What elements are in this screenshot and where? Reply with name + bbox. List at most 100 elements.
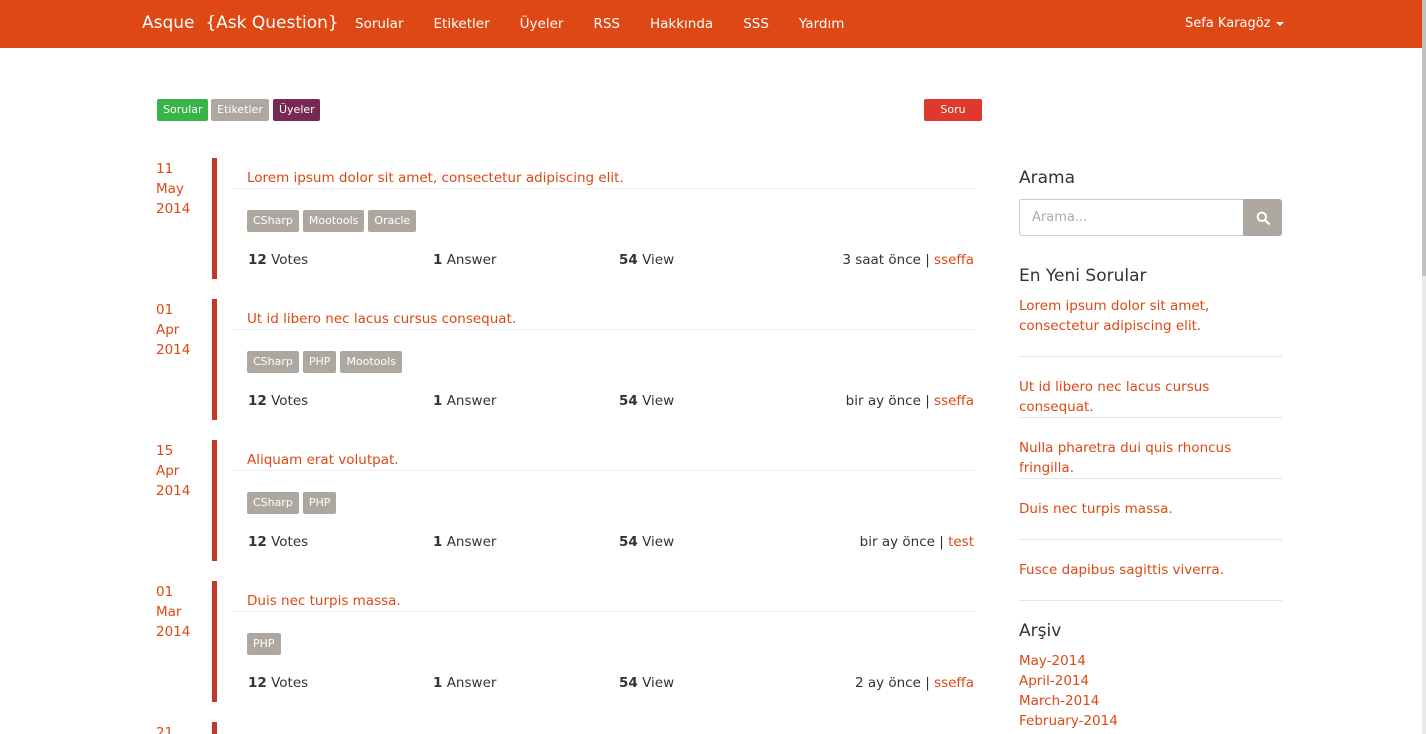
search-heading: Arama <box>1019 168 1076 188</box>
vote-count: 12 Votes <box>248 534 309 550</box>
archive-link[interactable]: February-2014 <box>1019 711 1118 731</box>
tag-badge[interactable]: PHP <box>302 492 337 514</box>
view-count: 54 View <box>619 393 675 409</box>
question-time: bir ay önce | <box>859 534 949 550</box>
top-navbar: Asque {Ask Question} Sorular Etiketler Ü… <box>0 0 1426 48</box>
question-meta: 2 ay önce | sseffa <box>855 675 974 691</box>
filter-sorular-button[interactable]: Sorular <box>157 99 208 121</box>
question-meta: bir ay önce | sseffa <box>846 393 974 409</box>
answer-count: 1 Answer <box>433 534 497 550</box>
question-accent-bar <box>212 299 217 420</box>
sidebar-divider <box>1019 417 1282 418</box>
date-day: 01 <box>156 584 174 600</box>
question-tags: CSharp PHP Mootools <box>247 351 402 373</box>
archive-link[interactable]: May-2014 <box>1019 651 1086 671</box>
nav-link-hakkinda[interactable]: Hakkında <box>635 0 728 48</box>
author-link[interactable]: sseffa <box>934 393 974 409</box>
question-title-link[interactable]: Aliquam erat volutpat. <box>247 452 399 468</box>
tag-badge[interactable]: CSharp <box>247 351 299 373</box>
sidebar-divider <box>1019 478 1282 479</box>
question-meta: bir ay önce | test <box>860 534 974 550</box>
date-day: 21 <box>156 725 174 734</box>
archive-link[interactable]: March-2014 <box>1019 691 1099 711</box>
question-meta: 3 saat önce | sseffa <box>842 252 974 268</box>
brand-logo[interactable]: Asque {Ask Question} <box>142 13 339 33</box>
date-month: Apr <box>156 463 180 479</box>
date-day: 01 <box>156 302 174 318</box>
question-accent-bar <box>212 440 217 561</box>
question-accent-bar <box>212 158 217 279</box>
view-count: 54 View <box>619 534 675 550</box>
view-count: 54 View <box>619 675 675 691</box>
tag-badge[interactable]: Mootools <box>302 210 365 232</box>
search-form <box>1019 199 1282 236</box>
recent-question-link[interactable]: Nulla pharetra dui quis rhoncus fringill… <box>1019 438 1282 478</box>
date-month: May <box>156 181 184 197</box>
recent-question-link[interactable]: Fusce dapibus sagittis viverra. <box>1019 560 1282 580</box>
question-title-link[interactable]: Lorem ipsum dolor sit amet, consectetur … <box>247 170 624 186</box>
question-divider <box>232 611 974 612</box>
ask-question-button[interactable]: Soru Sor <box>924 99 982 138</box>
question-accent-bar <box>212 722 217 734</box>
author-link[interactable]: test <box>948 534 974 550</box>
user-menu-dropdown[interactable]: Sefa Karagöz <box>1185 0 1284 48</box>
nav-link-yardim[interactable]: Yardım <box>784 0 859 48</box>
nav-menu: Sorular Etiketler Üyeler RSS Hakkında SS… <box>340 0 859 48</box>
question-divider <box>232 329 974 330</box>
question-divider <box>232 470 974 471</box>
question-date: 11 May 2014 <box>156 159 206 219</box>
nav-link-uyeler[interactable]: Üyeler <box>505 0 579 48</box>
tag-badge[interactable]: PHP <box>247 633 281 655</box>
search-input[interactable] <box>1019 199 1243 236</box>
author-link[interactable]: sseffa <box>934 675 974 691</box>
tag-badge[interactable]: CSharp <box>247 210 299 232</box>
vote-count: 12 Votes <box>248 252 309 268</box>
archive-link[interactable]: April-2014 <box>1019 671 1089 691</box>
question-date: 21 <box>156 723 206 734</box>
answer-count: 1 Answer <box>433 675 497 691</box>
view-count: 54 View <box>619 252 675 268</box>
scrollbar-thumb[interactable] <box>1422 0 1426 276</box>
question-title-link[interactable]: Duis nec turpis massa. <box>247 593 401 609</box>
nav-link-sss[interactable]: SSS <box>728 0 784 48</box>
filter-uyeler-button[interactable]: Üyeler <box>273 99 320 121</box>
date-year: 2014 <box>156 201 191 217</box>
vote-count: 12 Votes <box>248 675 309 691</box>
nav-link-etiketler[interactable]: Etiketler <box>419 0 505 48</box>
tag-badge[interactable]: Mootools <box>340 351 402 373</box>
nav-link-sorular[interactable]: Sorular <box>340 0 419 48</box>
question-tags: PHP <box>247 633 281 655</box>
date-year: 2014 <box>156 624 191 640</box>
recent-question-link[interactable]: Ut id libero nec lacus cursus consequat. <box>1019 377 1282 417</box>
tag-badge[interactable]: CSharp <box>247 492 299 514</box>
vote-count: 12 Votes <box>248 393 309 409</box>
tag-badge[interactable]: Oracle <box>368 210 417 232</box>
question-time: 3 saat önce | <box>842 252 935 268</box>
date-day: 15 <box>156 443 174 459</box>
question-date: 01 Apr 2014 <box>156 300 206 360</box>
tag-badge[interactable]: PHP <box>302 351 337 373</box>
nav-link-rss[interactable]: RSS <box>578 0 635 48</box>
question-time: 2 ay önce | <box>854 675 935 691</box>
caret-down-icon <box>1275 21 1284 26</box>
answer-count: 1 Answer <box>433 252 497 268</box>
date-month: Apr <box>156 322 180 338</box>
question-title-link[interactable]: Ut id libero nec lacus cursus consequat. <box>247 311 516 327</box>
user-name: Sefa Karagöz <box>1185 16 1271 31</box>
question-tags: CSharp PHP <box>247 492 337 514</box>
author-link[interactable]: sseffa <box>934 252 974 268</box>
answer-count: 1 Answer <box>433 393 497 409</box>
date-day: 11 <box>156 161 174 177</box>
recent-question-link[interactable]: Duis nec turpis massa. <box>1019 499 1282 519</box>
search-button[interactable] <box>1243 199 1282 236</box>
archive-heading: Arşiv <box>1019 621 1062 641</box>
recent-questions-heading: En Yeni Sorular <box>1019 266 1147 286</box>
question-date: 01 Mar 2014 <box>156 582 206 642</box>
date-year: 2014 <box>156 483 191 499</box>
question-time: bir ay önce | <box>845 393 935 409</box>
date-year: 2014 <box>156 342 191 358</box>
filter-etiketler-button[interactable]: Etiketler <box>211 99 269 121</box>
question-accent-bar <box>212 581 217 702</box>
question-tags: CSharp Mootools Oracle <box>247 210 417 232</box>
recent-question-link[interactable]: Lorem ipsum dolor sit amet, consectetur … <box>1019 296 1282 336</box>
